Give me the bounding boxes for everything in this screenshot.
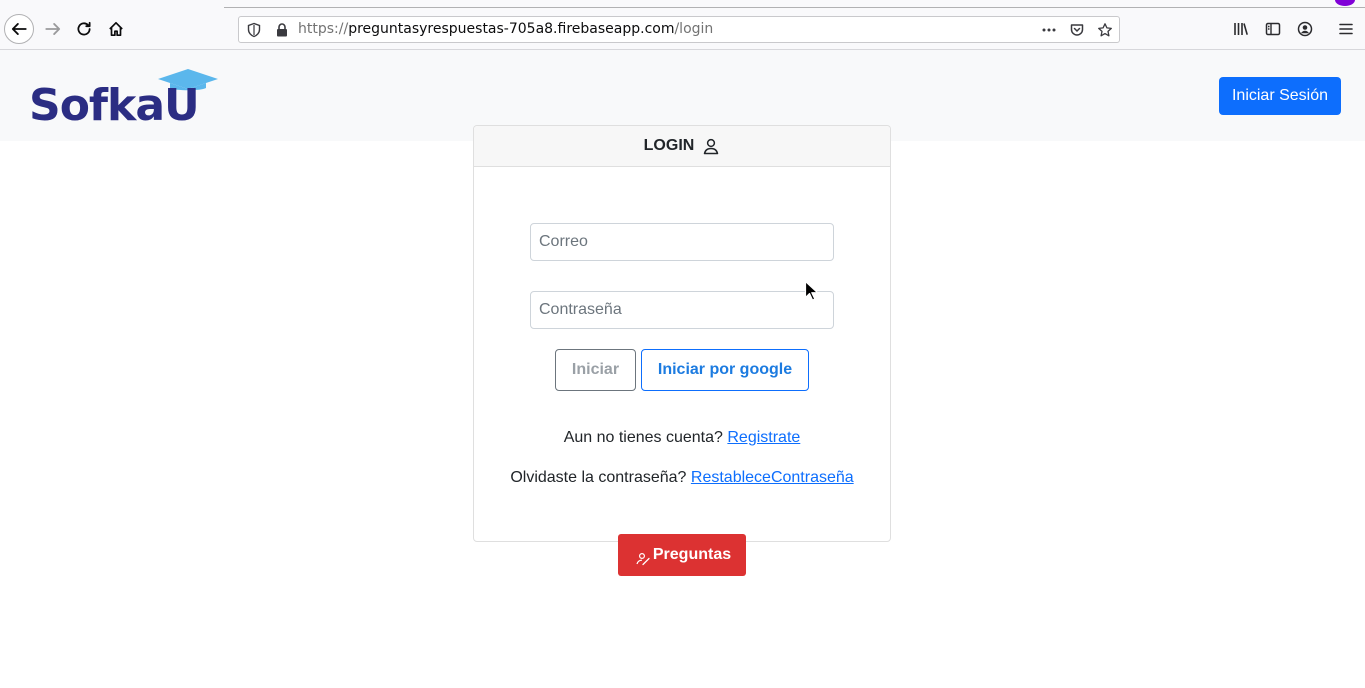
home-button[interactable] bbox=[101, 14, 131, 44]
pocket-icon[interactable] bbox=[1069, 22, 1085, 38]
reload-button[interactable] bbox=[69, 14, 99, 44]
account-icon[interactable] bbox=[1296, 20, 1314, 38]
google-login-button[interactable]: Iniciar por google bbox=[641, 349, 809, 391]
logo-text: SofkaU bbox=[29, 80, 200, 131]
forward-button[interactable] bbox=[38, 14, 68, 44]
login-card: LOGIN Iniciar Iniciar por google Aun no … bbox=[473, 125, 891, 542]
forgot-password-prompt: Olvidaste la contraseña? RestableceContr… bbox=[474, 469, 890, 487]
url-host: preguntasyrespuestas-705a8.firebaseapp.c… bbox=[348, 21, 675, 37]
forward-icon bbox=[45, 23, 61, 35]
more-icon[interactable] bbox=[1041, 22, 1057, 38]
login-button[interactable]: Iniciar bbox=[555, 349, 636, 391]
url-text[interactable]: https://preguntasyrespuestas-705a8.fireb… bbox=[298, 21, 713, 37]
forgot-password-text: Olvidaste la contraseña? bbox=[510, 469, 687, 486]
person-pen-icon bbox=[636, 552, 650, 566]
reset-password-link[interactable]: RestableceContraseña bbox=[691, 469, 854, 486]
user-icon bbox=[704, 138, 719, 155]
reload-icon bbox=[77, 21, 91, 36]
sofkau-logo[interactable]: SofkaU bbox=[28, 68, 220, 131]
home-icon bbox=[109, 21, 123, 37]
password-field[interactable] bbox=[530, 291, 834, 329]
lock-icon[interactable] bbox=[274, 22, 290, 38]
mouse-cursor-icon bbox=[804, 280, 818, 301]
email-field[interactable] bbox=[530, 223, 834, 261]
no-account-text: Aun no tienes cuenta? bbox=[563, 429, 723, 446]
back-icon bbox=[11, 23, 27, 35]
register-link[interactable]: Registrate bbox=[727, 429, 800, 446]
sidebar-icon[interactable] bbox=[1264, 20, 1282, 38]
menu-icon[interactable] bbox=[1337, 20, 1355, 38]
register-prompt: Aun no tienes cuenta? Registrate bbox=[474, 429, 890, 447]
url-protocol: https:// bbox=[298, 21, 349, 37]
url-path: /login bbox=[674, 21, 714, 37]
back-button[interactable] bbox=[4, 14, 34, 44]
card-header: LOGIN bbox=[474, 126, 890, 167]
address-bar[interactable]: https://preguntasyrespuestas-705a8.fireb… bbox=[238, 16, 1120, 43]
questions-button[interactable]: Preguntas bbox=[618, 534, 746, 576]
shield-icon[interactable] bbox=[246, 22, 262, 38]
browser-toolbar: https://preguntasyrespuestas-705a8.fireb… bbox=[0, 0, 1365, 50]
login-nav-button[interactable]: Iniciar Sesión bbox=[1219, 77, 1341, 115]
star-icon[interactable] bbox=[1097, 22, 1113, 38]
tab-strip bbox=[224, 0, 1365, 8]
library-icon[interactable] bbox=[1232, 20, 1250, 38]
questions-button-label: Preguntas bbox=[652, 546, 732, 563]
card-title: LOGIN bbox=[643, 137, 695, 154]
